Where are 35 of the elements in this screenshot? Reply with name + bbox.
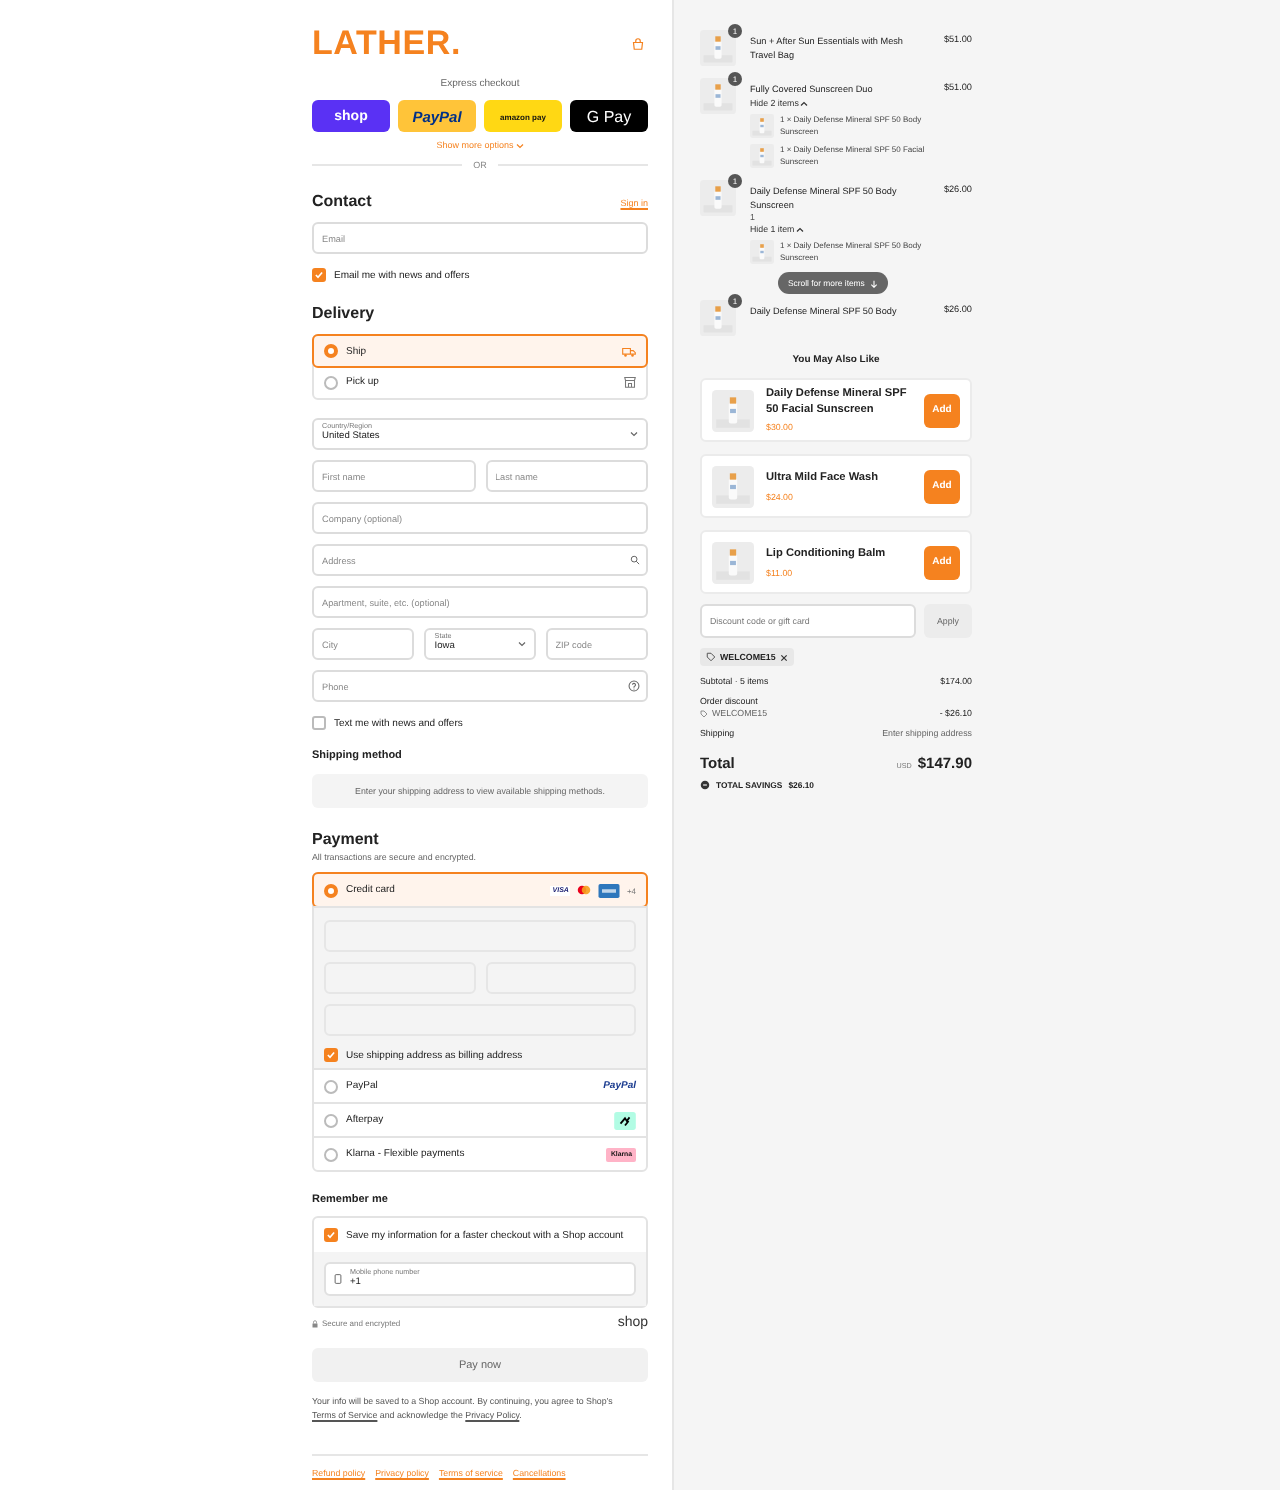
card-icon — [598, 883, 621, 897]
radio-button[interactable] — [324, 375, 338, 389]
afterpay-icon — [614, 1111, 636, 1129]
caret-icon — [517, 640, 526, 648]
payment-button[interactable]: G Pay — [570, 100, 648, 132]
caret-icon — [630, 430, 638, 438]
radio-button[interactable] — [324, 1147, 338, 1161]
checkbox[interactable] — [324, 1048, 338, 1062]
mastercard-icon — [576, 884, 593, 896]
savings-icon — [700, 780, 710, 791]
caret-icon — [796, 225, 805, 234]
arrow-down-icon — [870, 279, 879, 288]
tag-icon — [706, 652, 716, 663]
bag-icon[interactable] — [632, 38, 644, 50]
radio-button[interactable] — [324, 1079, 338, 1093]
tag-icon — [700, 709, 708, 718]
section-heading: Payment — [312, 830, 381, 848]
checkbox[interactable] — [324, 1228, 338, 1242]
caret-icon — [800, 99, 809, 108]
radio-button[interactable] — [324, 1113, 338, 1127]
store-icon — [624, 376, 636, 388]
radio-button[interactable] — [324, 883, 338, 897]
checkbox[interactable] — [312, 716, 326, 730]
lock-icon — [312, 1319, 318, 1327]
section-heading: Contact — [312, 192, 372, 210]
phone-icon — [334, 1274, 342, 1284]
help-icon — [628, 680, 640, 692]
close-icon[interactable] — [779, 653, 788, 662]
section-heading: Delivery — [312, 304, 375, 322]
caret-icon — [515, 141, 524, 149]
checkbox[interactable] — [312, 268, 326, 282]
truck-icon — [622, 345, 636, 357]
radio-button[interactable] — [324, 344, 338, 358]
logo: LATHER. — [312, 28, 461, 60]
search-icon — [630, 555, 640, 565]
